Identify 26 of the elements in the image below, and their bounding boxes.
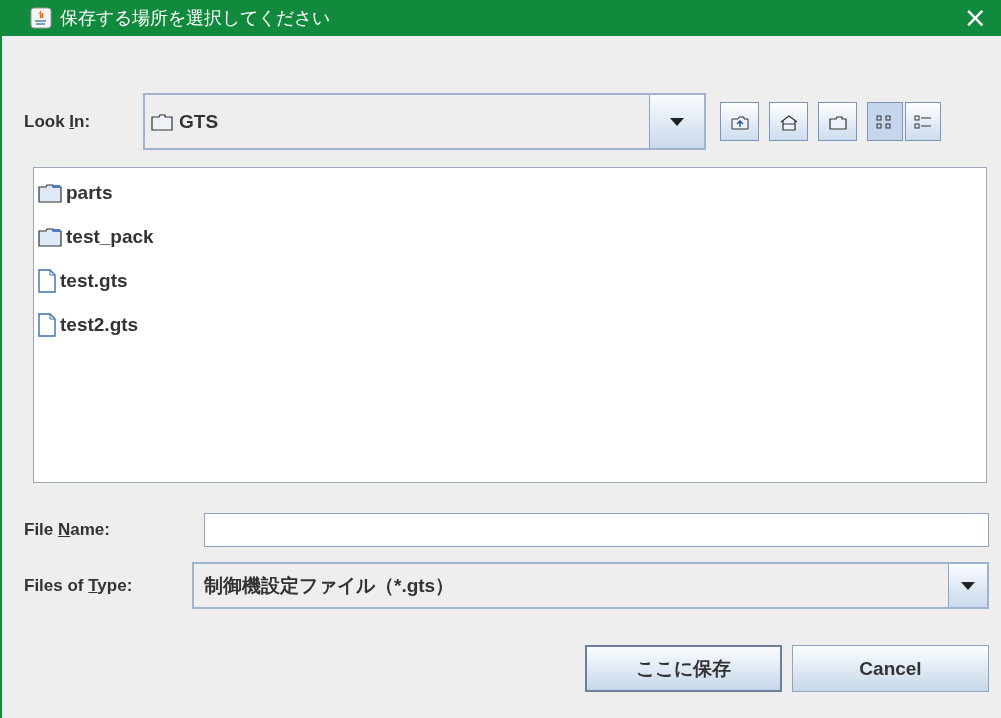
file-list[interactable]: parts test_pack test.gts test2.gts — [33, 167, 987, 483]
file-type-dropdown[interactable]: 制御機設定ファイル（*.gts） — [192, 562, 989, 609]
file-list-item[interactable]: test.gts — [60, 270, 128, 292]
look-in-dropdown[interactable]: GTS — [143, 93, 706, 150]
folder-icon — [151, 112, 173, 131]
home-button[interactable] — [769, 102, 808, 141]
new-folder-button[interactable] — [818, 102, 857, 141]
file-name-field[interactable] — [204, 513, 989, 547]
list-view-button[interactable] — [867, 102, 903, 141]
look-in-label: Look In: — [24, 111, 92, 132]
folder-icon — [38, 227, 62, 247]
app-icon — [30, 7, 52, 29]
file-icon — [38, 269, 56, 293]
file-list-item[interactable]: test2.gts — [60, 314, 139, 336]
details-view-button[interactable] — [905, 102, 941, 141]
window-title: 保存する場所を選択してください — [60, 6, 331, 30]
cancel-button[interactable]: Cancel — [792, 645, 989, 692]
file-list-item[interactable]: test_pack — [66, 226, 154, 248]
file-list-item[interactable]: parts — [66, 182, 113, 204]
save-button[interactable]: ここに保存 — [585, 645, 782, 692]
folder-icon — [38, 183, 62, 203]
file-icon — [38, 313, 56, 337]
up-folder-button[interactable] — [720, 102, 759, 141]
files-of-type-label: Files of Type: — [24, 575, 134, 596]
file-name-label: File Name: — [24, 520, 111, 540]
close-button[interactable]: × — [959, 4, 991, 32]
